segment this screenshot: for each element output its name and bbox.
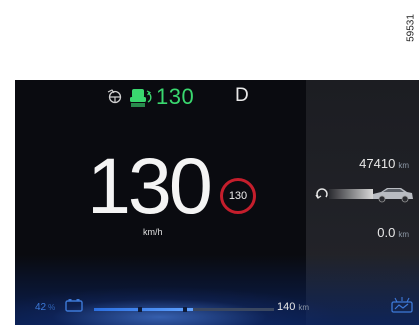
range-unit: km [298, 303, 310, 312]
gear-indicator: D [235, 85, 249, 106]
speed-limit-sign: 130 [220, 178, 256, 214]
trip-value: 0.0 [377, 225, 396, 240]
range-gauge-divider [138, 307, 142, 312]
range-gauge [94, 307, 274, 312]
instrument-cluster-screen: 130 D 130 km/h 130 47410 km 0.0 km 42 % … [15, 80, 419, 325]
range-value: 140 [277, 301, 296, 313]
speed-limit-value: 130 [228, 190, 248, 202]
cruise-set-speed: 130 [156, 84, 195, 109]
bottom-glow [15, 255, 419, 325]
trip-progress-band [329, 189, 373, 199]
odometer-unit: km [398, 161, 409, 170]
remaining-range: 140 km [277, 301, 309, 313]
current-speed: 130 [87, 141, 213, 230]
battery-icon [65, 299, 83, 312]
eco-mode-icon [391, 297, 413, 313]
speed-unit: km/h [143, 227, 163, 237]
odometer: 47410 km [359, 156, 409, 171]
figure-reference-number: 59531 [404, 6, 418, 50]
range-gauge-divider [183, 307, 187, 312]
adaptive-cruise-icon [130, 89, 152, 107]
range-gauge-fill [94, 308, 193, 311]
figure-id-text: 59531 [405, 14, 417, 42]
battery-percent-value: 42 [35, 302, 47, 313]
trip-graphic [315, 188, 413, 203]
trip-meter: 0.0 km [377, 225, 409, 240]
car-icon [373, 188, 413, 203]
odometer-value: 47410 [359, 156, 396, 171]
battery-percent-unit: % [48, 303, 56, 312]
battery-charge: 42% [35, 302, 55, 313]
hands-on-steering-icon [107, 89, 122, 104]
trip-unit: km [398, 230, 409, 239]
trip-reset-icon [315, 188, 328, 199]
